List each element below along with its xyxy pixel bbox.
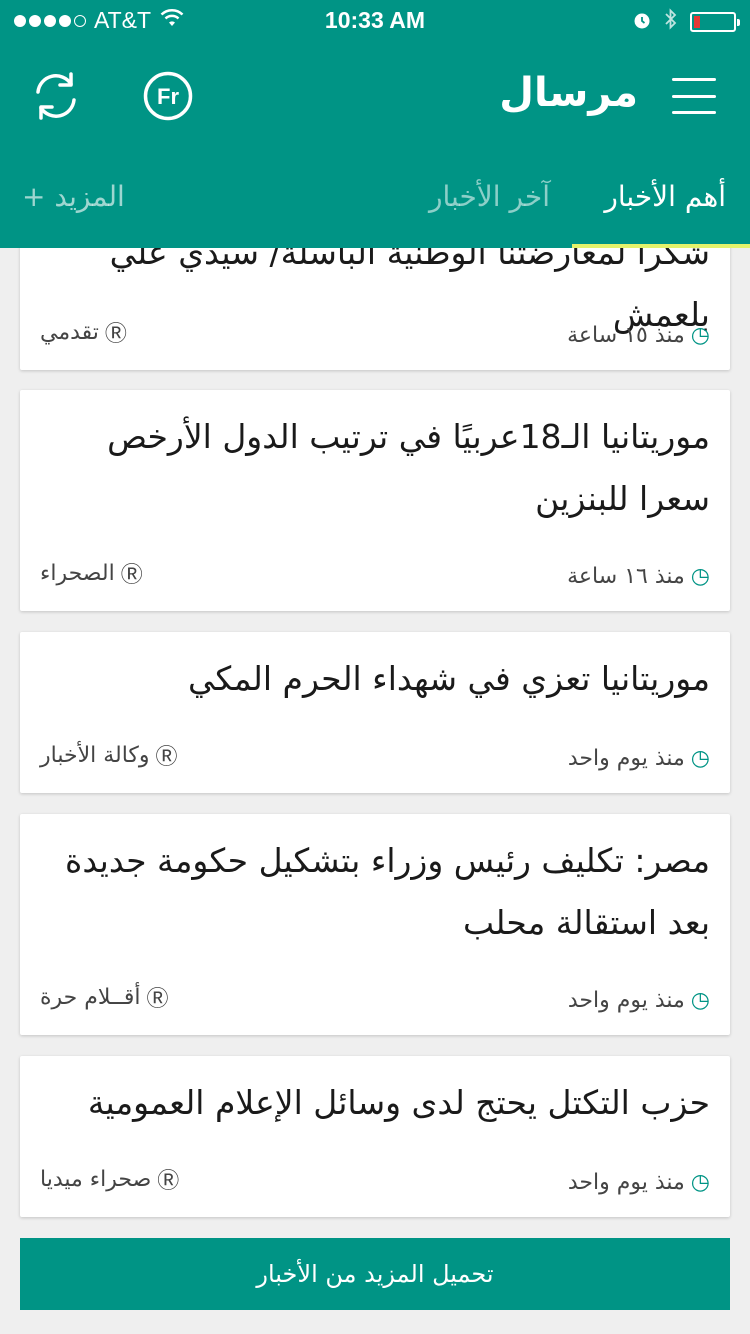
clock-icon: ◷ bbox=[690, 323, 710, 348]
news-feed[interactable]: شكرا لمعارضتنا الوطنية الباسلة/ سيدي علي… bbox=[0, 248, 750, 1334]
news-source-text: صحراء ميديا bbox=[40, 1166, 152, 1192]
language-toggle-label: Fr bbox=[157, 84, 179, 109]
toolbar: Fr مرسال bbox=[0, 60, 750, 136]
news-source[interactable]: Ⓡ صحراء ميديا bbox=[40, 1163, 179, 1195]
clock-icon: ◷ bbox=[690, 988, 710, 1013]
news-source[interactable]: Ⓡ وكالة الأخبار bbox=[40, 739, 178, 771]
news-time: ◷ منذ يوم واحد bbox=[568, 988, 710, 1013]
news-card[interactable]: شكرا لمعارضتنا الوطنية الباسلة/ سيدي علي… bbox=[20, 248, 730, 370]
news-source-text: أقــلام حرة bbox=[40, 984, 141, 1010]
alarm-icon bbox=[632, 9, 652, 36]
clock-icon: ◷ bbox=[690, 564, 710, 589]
source-icon: Ⓡ bbox=[157, 1169, 180, 1194]
tab-latest-news[interactable]: آخر الأخبار bbox=[429, 180, 550, 213]
source-icon: Ⓡ bbox=[120, 563, 143, 588]
hamburger-menu-icon[interactable] bbox=[672, 78, 716, 114]
active-tab-indicator bbox=[572, 244, 750, 248]
load-more-button[interactable]: تحميل المزيد من الأخبار bbox=[20, 1238, 730, 1310]
news-title[interactable]: مصر: تكليف رئيس وزراء بتشكيل حكومة جديدة… bbox=[40, 830, 710, 954]
source-icon: Ⓡ bbox=[104, 322, 127, 347]
refresh-icon[interactable] bbox=[28, 68, 84, 124]
news-title[interactable]: حزب التكتل يحتج لدى وسائل الإعلام العموم… bbox=[40, 1072, 710, 1134]
news-time-text: منذ يوم واحد bbox=[567, 988, 685, 1013]
news-card[interactable]: موريتانيا تعزي في شهداء الحرم المكي ◷ من… bbox=[20, 632, 730, 793]
battery-icon bbox=[690, 12, 740, 32]
news-source-text: تقدمي bbox=[40, 319, 99, 345]
news-time-text: منذ ١٥ ساعة bbox=[567, 323, 685, 348]
news-time: ◷ منذ يوم واحد bbox=[568, 1170, 710, 1195]
news-time-text: منذ يوم واحد bbox=[567, 1170, 685, 1195]
news-time-text: منذ ١٦ ساعة bbox=[567, 564, 685, 589]
app-header: AT&T 10:33 AM Fr مرسال أهم الأخبار آخر ا… bbox=[0, 0, 750, 248]
news-source[interactable]: Ⓡ تقدمي bbox=[40, 316, 127, 348]
news-time: ◷ منذ يوم واحد bbox=[568, 746, 710, 771]
tab-more[interactable]: + المزيد bbox=[22, 180, 125, 213]
clock-icon: ◷ bbox=[690, 746, 710, 771]
status-right bbox=[632, 8, 740, 36]
source-icon: Ⓡ bbox=[155, 745, 178, 770]
bluetooth-icon bbox=[664, 8, 678, 36]
source-icon: Ⓡ bbox=[146, 987, 169, 1012]
news-time: ◷ منذ ١٦ ساعة bbox=[567, 564, 710, 589]
news-time: ◷ منذ ١٥ ساعة bbox=[567, 323, 710, 348]
news-title[interactable]: موريتانيا تعزي في شهداء الحرم المكي bbox=[40, 648, 710, 710]
clock-icon: ◷ bbox=[690, 1170, 710, 1195]
news-card[interactable]: حزب التكتل يحتج لدى وسائل الإعلام العموم… bbox=[20, 1056, 730, 1217]
news-card[interactable]: مصر: تكليف رئيس وزراء بتشكيل حكومة جديدة… bbox=[20, 814, 730, 1035]
news-card[interactable]: موريتانيا الـ18عربيًا في ترتيب الدول الأ… bbox=[20, 390, 730, 611]
app-title: مرسال bbox=[499, 70, 638, 116]
tab-bar: أهم الأخبار آخر الأخبار + المزيد bbox=[0, 168, 750, 248]
news-source-text: الصحراء bbox=[40, 560, 115, 586]
status-bar: AT&T 10:33 AM bbox=[0, 0, 750, 40]
language-toggle-button[interactable]: Fr bbox=[142, 70, 194, 122]
news-time-text: منذ يوم واحد bbox=[567, 746, 685, 771]
news-source-text: وكالة الأخبار bbox=[40, 742, 150, 768]
news-source[interactable]: Ⓡ أقــلام حرة bbox=[40, 981, 169, 1013]
tab-top-news[interactable]: أهم الأخبار bbox=[604, 180, 726, 213]
news-source[interactable]: Ⓡ الصحراء bbox=[40, 557, 143, 589]
news-title[interactable]: موريتانيا الـ18عربيًا في ترتيب الدول الأ… bbox=[40, 406, 710, 530]
